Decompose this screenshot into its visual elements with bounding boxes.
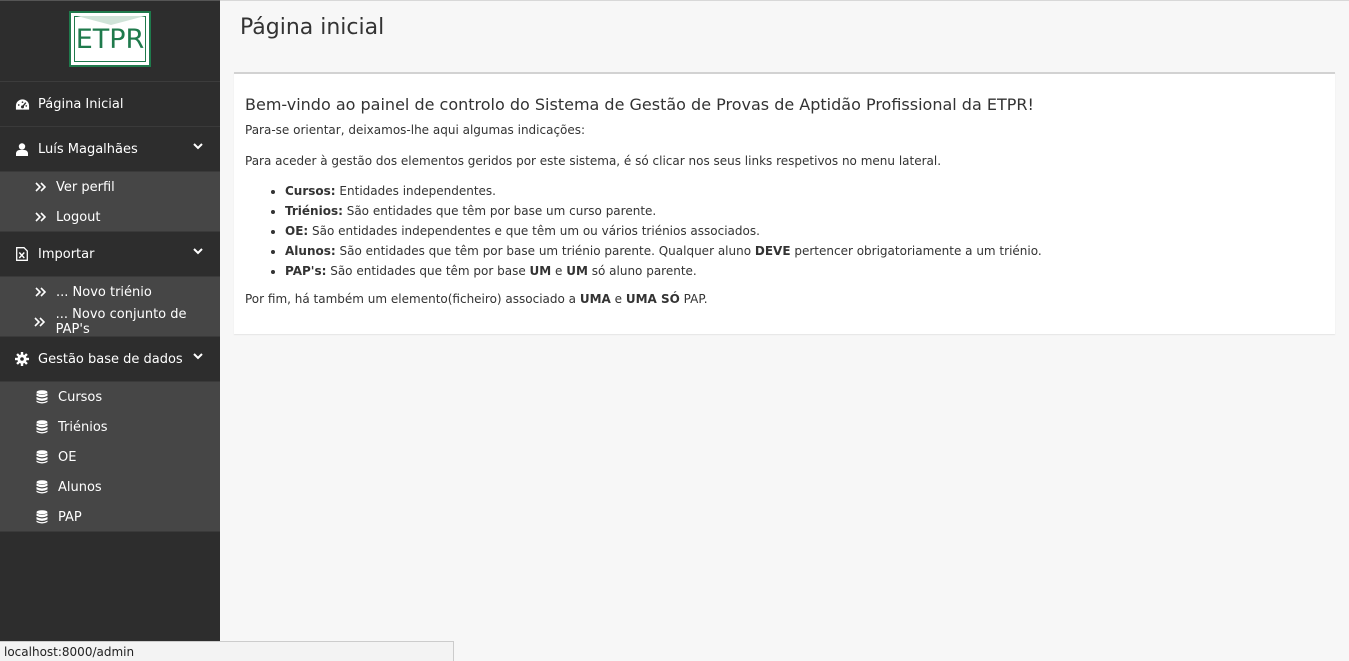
sidebar-item-label: Importar (38, 246, 95, 262)
submenu-user: Ver perfil Logout (0, 172, 220, 232)
sidebar-subitem-label: Alunos (58, 479, 102, 495)
list-term: PAP's: (285, 264, 327, 278)
list-term: Cursos: (285, 184, 336, 198)
double-angle-right-icon (34, 286, 46, 298)
footer-text-part: PAP. (679, 292, 708, 306)
sidebar-subitem-label: OE (58, 449, 77, 465)
list-item: Alunos: São entidades que têm por base u… (285, 241, 1324, 261)
list-text: Entidades independentes. (335, 184, 496, 198)
chevron-down-icon[interactable] (192, 350, 204, 362)
sidebar-subitem-label: Cursos (58, 389, 103, 405)
chevron-down-icon[interactable] (192, 140, 204, 152)
list-text: pertencer obrigatoriamente a um triénio. (790, 244, 1042, 258)
list-term: OE: (285, 224, 309, 238)
welcome-panel: Bem-vindo ao painel de controlo do Siste… (234, 72, 1335, 334)
sidebar-item-gestao-bd[interactable]: Gestão base de dados (0, 337, 220, 382)
sidebar-subitem-novo-conjunto-paps[interactable]: ... Novo conjunto de PAP's (0, 307, 220, 337)
list-text: São entidades que têm por base um triéni… (335, 244, 755, 258)
sidebar: ETPR Página Inicial Luís Magalhães Ver p… (0, 0, 220, 661)
sidebar-subitem-trienios[interactable]: Triénios (0, 412, 220, 442)
submenu-import: ... Novo triénio ... Novo conjunto de PA… (0, 277, 220, 337)
sidebar-item-home[interactable]: Página Inicial (0, 82, 220, 127)
double-angle-right-icon (34, 181, 46, 193)
double-angle-right-icon (34, 211, 46, 223)
sidebar-subitem-label: Logout (56, 209, 101, 225)
database-icon (36, 420, 48, 434)
logo-container: ETPR (0, 1, 220, 82)
sidebar-subitem-label: PAP (58, 509, 82, 525)
footer-text: Por fim, há também um elemento(ficheiro)… (245, 292, 1324, 306)
logo-text: ETPR (75, 23, 145, 55)
sidebar-item-label: Página Inicial (38, 96, 124, 112)
list-item: PAP's: São entidades que têm por base UM… (285, 261, 1324, 281)
sidebar-item-label: Luís Magalhães (38, 141, 138, 157)
list-item: OE: São entidades independentes e que tê… (285, 221, 1324, 241)
sidebar-item-user[interactable]: Luís Magalhães (0, 127, 220, 172)
sidebar-item-label: Gestão base de dados (38, 351, 183, 367)
page-title: Página inicial (240, 15, 385, 40)
intro-text: Para-se orientar, deixamos-lhe aqui algu… (245, 123, 586, 137)
instructions-text: Para aceder à gestão dos elementos gerid… (245, 154, 942, 168)
list-emphasis: UM (566, 264, 588, 278)
etpr-logo[interactable]: ETPR (69, 11, 151, 67)
submenu-db: Cursos Triénios OE Alunos PAP (0, 382, 220, 532)
list-term: Triénios: (285, 204, 343, 218)
sidebar-subitem-alunos[interactable]: Alunos (0, 472, 220, 502)
excel-file-icon (14, 246, 30, 262)
footer-emphasis: UMA SÓ (625, 292, 680, 306)
dashboard-icon (14, 96, 30, 112)
database-icon (36, 480, 48, 494)
list-text: São entidades que têm por base (326, 264, 530, 278)
footer-text-part: Por fim, há também um elemento(ficheiro)… (245, 292, 580, 306)
entity-list: Cursos: Entidades independentes. Triénio… (245, 181, 1324, 281)
list-term: Alunos: (285, 244, 336, 258)
list-text: só aluno parente. (587, 264, 697, 278)
sidebar-subitem-ver-perfil[interactable]: Ver perfil (0, 172, 220, 202)
list-text: e (551, 264, 567, 278)
sidebar-item-import[interactable]: Importar (0, 232, 220, 277)
browser-status-bar: localhost:8000/admin (0, 641, 454, 661)
list-emphasis: DEVE (754, 244, 791, 258)
sidebar-subitem-pap[interactable]: PAP (0, 502, 220, 532)
sidebar-subitem-logout[interactable]: Logout (0, 202, 220, 232)
list-emphasis: UM (529, 264, 552, 278)
sidebar-subitem-label: Ver perfil (56, 179, 115, 195)
sidebar-subitem-cursos[interactable]: Cursos (0, 382, 220, 412)
double-angle-right-icon (34, 316, 46, 328)
welcome-heading: Bem-vindo ao painel de controlo do Siste… (245, 95, 1034, 114)
database-icon (36, 450, 48, 464)
footer-text-part: e (610, 292, 626, 306)
list-text: São entidades independentes e que têm um… (308, 224, 760, 238)
sidebar-subitem-label: ... Novo conjunto de PAP's (55, 307, 187, 337)
sidebar-subitem-novo-trienio[interactable]: ... Novo triénio (0, 277, 220, 307)
gear-icon (14, 351, 30, 367)
chevron-down-icon[interactable] (192, 245, 204, 257)
main-content: Página inicial Bem-vindo ao painel de co… (220, 0, 1349, 661)
list-text: São entidades que têm por base um curso … (342, 204, 657, 218)
list-item: Cursos: Entidades independentes. (285, 181, 1324, 201)
list-item: Triénios: São entidades que têm por base… (285, 201, 1324, 221)
footer-emphasis: UMA (579, 292, 611, 306)
database-icon (36, 390, 48, 404)
database-icon (36, 510, 48, 524)
sidebar-subitem-label: ... Novo triénio (56, 284, 152, 300)
user-icon (14, 141, 30, 157)
sidebar-subitem-label: Triénios (58, 419, 108, 435)
sidebar-subitem-oe[interactable]: OE (0, 442, 220, 472)
